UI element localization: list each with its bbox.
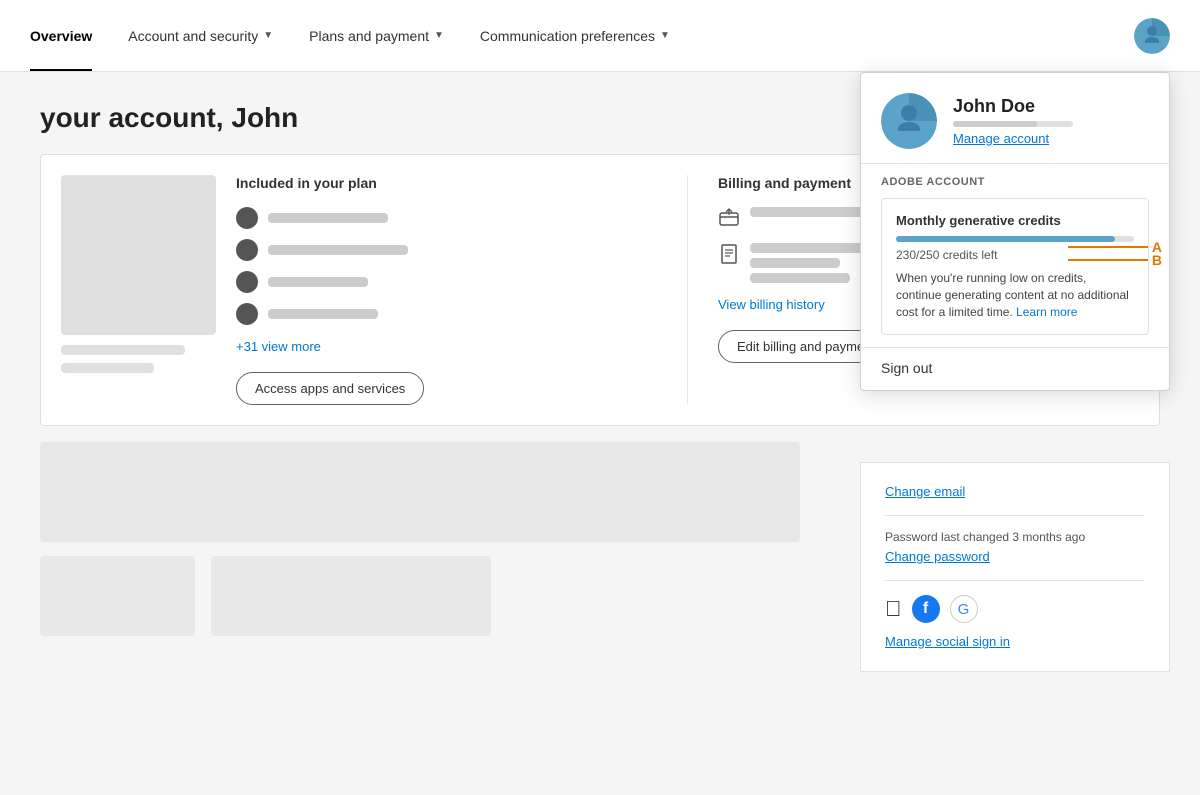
adobe-account-label: ADOBE ACCOUNT bbox=[881, 176, 1149, 188]
nav-label-overview: Overview bbox=[30, 28, 92, 44]
change-email-link[interactable]: Change email bbox=[885, 484, 965, 499]
nav-item-communication[interactable]: Communication preferences ▼ bbox=[462, 0, 688, 71]
plan-item bbox=[236, 207, 657, 229]
credits-card: Monthly generative credits A 230/250 cre… bbox=[881, 198, 1149, 335]
plan-bar bbox=[268, 309, 378, 319]
nav-item-plans-payment[interactable]: Plans and payment ▼ bbox=[291, 0, 462, 71]
placeholder-image bbox=[61, 175, 216, 335]
divider bbox=[885, 580, 1145, 581]
placeholder-bar bbox=[61, 363, 154, 373]
plan-section-title: Included in your plan bbox=[236, 175, 657, 191]
annotation-line-b bbox=[1068, 259, 1148, 261]
apple-icon:  bbox=[885, 596, 902, 622]
credits-description: When you're running low on credits, cont… bbox=[896, 270, 1134, 320]
change-password-link[interactable]: Change password bbox=[885, 549, 990, 564]
facebook-icon: f bbox=[912, 595, 940, 623]
nav-item-overview[interactable]: Overview bbox=[30, 0, 110, 71]
learn-more-link[interactable]: Learn more bbox=[1016, 305, 1077, 319]
plan-section: Included in your plan bbox=[236, 175, 688, 405]
dropdown-user-info: John Doe Manage account bbox=[953, 96, 1073, 146]
billing-line bbox=[750, 258, 840, 268]
billing-line bbox=[750, 273, 850, 283]
google-icon: G bbox=[950, 595, 978, 623]
divider bbox=[885, 515, 1145, 516]
social-icons-group:  f G bbox=[885, 595, 1145, 623]
bottom-grey-small-1 bbox=[40, 556, 195, 636]
billing-lines bbox=[750, 243, 870, 283]
placeholder-bar bbox=[61, 345, 185, 355]
plan-dot bbox=[236, 239, 258, 261]
bottom-grey-section-1 bbox=[40, 442, 800, 542]
nav-label-account-security: Account and security bbox=[128, 28, 258, 44]
sign-out-button[interactable]: Sign out bbox=[881, 360, 932, 376]
billing-icon bbox=[718, 243, 740, 265]
account-security-panel: Change email Password last changed 3 mon… bbox=[860, 462, 1170, 672]
nav-label-plans-payment: Plans and payment bbox=[309, 28, 429, 44]
bottom-grey-row bbox=[40, 556, 800, 636]
plan-item bbox=[236, 271, 657, 293]
plan-dot bbox=[236, 271, 258, 293]
chevron-down-icon: ▼ bbox=[434, 30, 444, 41]
plan-bar bbox=[268, 213, 388, 223]
plan-dot bbox=[236, 207, 258, 229]
billing-line bbox=[750, 243, 870, 253]
dropdown-header: John Doe Manage account bbox=[861, 73, 1169, 164]
left-placeholder bbox=[61, 175, 216, 405]
credits-count-wrapper: 230/250 credits left B bbox=[896, 248, 1134, 262]
nav-item-account-security[interactable]: Account and security ▼ bbox=[110, 0, 291, 71]
plan-bar bbox=[268, 245, 408, 255]
annotation-line-b-group: B bbox=[1068, 252, 1162, 268]
manage-account-link[interactable]: Manage account bbox=[953, 131, 1073, 146]
plan-items-list bbox=[236, 207, 657, 325]
access-apps-button[interactable]: Access apps and services bbox=[236, 372, 424, 405]
annotation-b-label: B bbox=[1152, 252, 1162, 268]
plan-item bbox=[236, 303, 657, 325]
avatar[interactable] bbox=[1134, 18, 1170, 54]
chevron-down-icon: ▼ bbox=[660, 30, 670, 41]
dropdown-avatar[interactable] bbox=[881, 93, 937, 149]
bottom-grey-small-2 bbox=[211, 556, 491, 636]
plan-dot bbox=[236, 303, 258, 325]
view-more-link[interactable]: +31 view more bbox=[236, 339, 657, 354]
progress-bar-fill bbox=[953, 121, 1037, 127]
nav-label-communication: Communication preferences bbox=[480, 28, 655, 44]
dropdown-user-name: John Doe bbox=[953, 96, 1073, 117]
sign-out-section: Sign out bbox=[861, 347, 1169, 390]
billing-icon bbox=[718, 207, 740, 229]
account-dropdown: John Doe Manage account ADOBE ACCOUNT Mo… bbox=[860, 72, 1170, 391]
password-text: Password last changed 3 months ago bbox=[885, 530, 1145, 544]
chevron-down-icon: ▼ bbox=[263, 30, 273, 41]
plan-item bbox=[236, 239, 657, 261]
account-security-content: Change email Password last changed 3 mon… bbox=[861, 463, 1169, 671]
manage-social-link[interactable]: Manage social sign in bbox=[885, 634, 1010, 649]
adobe-account-section: ADOBE ACCOUNT Monthly generative credits… bbox=[861, 164, 1169, 347]
credits-title: Monthly generative credits bbox=[896, 213, 1134, 228]
credits-bar-wrapper: A bbox=[896, 236, 1134, 242]
user-progress-bar bbox=[953, 121, 1073, 127]
plan-bar bbox=[268, 277, 368, 287]
top-navigation: Overview Account and security ▼ Plans an… bbox=[0, 0, 1200, 72]
